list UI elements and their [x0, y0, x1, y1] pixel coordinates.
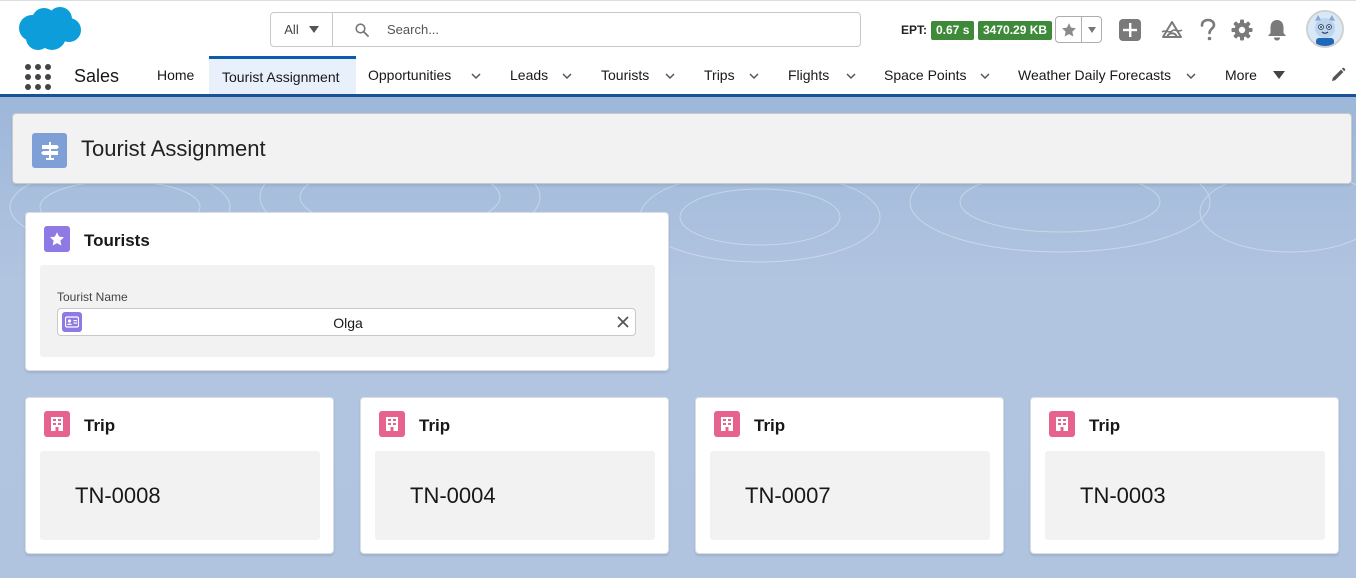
tourist-name-label: Tourist Name — [57, 290, 128, 304]
app-name: Sales — [74, 66, 120, 86]
chevron-down-icon[interactable] — [562, 71, 572, 81]
trailhead-icon — [1161, 21, 1183, 38]
salesforce-logo[interactable] — [16, 6, 82, 52]
chevron-down-icon[interactable] — [749, 71, 759, 81]
nav-item-home[interactable]: Home — [157, 56, 194, 94]
nav-item-tourists[interactable]: Tourists — [601, 56, 649, 94]
ept-time-badge: 0.67 s — [931, 21, 975, 40]
more-caret-icon[interactable] — [1273, 71, 1285, 79]
app-launcher-dot — [25, 64, 31, 70]
nav-item-flights[interactable]: Flights — [788, 56, 829, 94]
app-launcher-dot — [45, 84, 51, 90]
building-icon — [1049, 411, 1075, 437]
tourists-card-title: Tourists — [84, 231, 150, 250]
trip-number: TN-0007 — [745, 483, 831, 508]
trip-card-title: Trip — [419, 416, 451, 435]
building-icon — [44, 411, 70, 437]
trip-number: TN-0003 — [1080, 483, 1166, 508]
search-icon — [355, 22, 369, 37]
trip-card: Trip TN-0004 — [360, 397, 669, 554]
global-actions-button[interactable] — [1117, 17, 1143, 43]
search-scope-dropdown[interactable]: All — [271, 13, 333, 46]
trip-card-title: Trip — [754, 416, 786, 435]
help-icon — [1200, 18, 1216, 41]
ept-label: EPT: — [901, 23, 928, 37]
trip-number: TN-0004 — [410, 483, 496, 508]
search-input-area — [333, 13, 860, 46]
building-icon — [714, 411, 740, 437]
gear-icon — [1231, 19, 1253, 41]
notifications-button[interactable] — [1264, 17, 1290, 43]
trip-card-title: Trip — [84, 416, 116, 435]
app-navigation-bar: Sales Home Tourist Assignment Opportunit… — [0, 56, 1356, 97]
app-launcher-button[interactable] — [25, 64, 51, 90]
favorite-button[interactable] — [1056, 17, 1082, 42]
nav-item-leads[interactable]: Leads — [510, 56, 548, 94]
app-launcher-dot — [25, 74, 31, 80]
star-icon — [44, 226, 70, 252]
tourists-form-section: Tourist Name Olga — [40, 265, 655, 357]
trip-card-title: Trip — [1089, 416, 1121, 435]
trip-value-section: TN-0007 — [710, 451, 990, 540]
page-header: Tourist Assignment — [12, 113, 1352, 184]
app-launcher-dot — [25, 84, 31, 90]
caret-down-icon — [1087, 26, 1096, 33]
app-launcher-dot — [35, 64, 41, 70]
tourist-name-value: Olga — [333, 315, 363, 331]
app-launcher-dot — [45, 74, 51, 80]
astro-avatar-icon — [1308, 12, 1342, 46]
help-button[interactable] — [1195, 17, 1221, 43]
signpost-icon — [32, 133, 67, 168]
plus-icon — [1119, 19, 1141, 41]
trip-card: Trip TN-0008 — [25, 397, 334, 554]
nav-item-trips[interactable]: Trips — [704, 56, 735, 94]
search-input[interactable] — [387, 22, 827, 37]
favorites-list-button[interactable] — [1082, 17, 1101, 42]
trip-card: Trip TN-0007 — [695, 397, 1004, 554]
building-icon — [379, 411, 405, 437]
caret-down-icon — [308, 26, 319, 33]
trip-value-section: TN-0004 — [375, 451, 655, 540]
app-launcher-dot — [35, 74, 41, 80]
close-icon[interactable] — [616, 315, 630, 329]
chevron-down-icon[interactable] — [665, 71, 675, 81]
favorites-group — [1055, 16, 1102, 43]
global-header: All EPT: 0.67 s 3470.29 KB — [0, 0, 1356, 56]
nav-item-tourist-assignment[interactable]: Tourist Assignment — [209, 56, 356, 94]
chevron-down-icon[interactable] — [1186, 71, 1196, 81]
bell-icon — [1268, 20, 1286, 41]
star-icon — [1061, 22, 1076, 36]
tourists-card: Tourists Tourist Name Olga — [25, 212, 669, 371]
search-scope-label: All — [284, 22, 299, 37]
chevron-down-icon[interactable] — [846, 71, 856, 81]
nav-item-opportunities[interactable]: Opportunities — [368, 56, 451, 94]
chevron-down-icon[interactable] — [471, 71, 481, 81]
trip-value-section: TN-0003 — [1045, 451, 1325, 540]
chevron-down-icon[interactable] — [980, 71, 990, 81]
nav-item-weather-daily-forecasts[interactable]: Weather Daily Forecasts — [1018, 56, 1171, 94]
edit-nav-pencil-icon[interactable] — [1330, 67, 1346, 83]
trip-card: Trip TN-0003 — [1030, 397, 1339, 554]
app-launcher-dot — [45, 64, 51, 70]
app-launcher-dot — [35, 84, 41, 90]
user-avatar[interactable] — [1306, 10, 1344, 48]
nav-item-space-points[interactable]: Space Points — [884, 56, 967, 94]
page-title: Tourist Assignment — [81, 136, 266, 161]
nav-item-more[interactable]: More — [1225, 56, 1257, 94]
tourist-name-lookup[interactable]: Olga — [57, 308, 636, 336]
trip-number: TN-0008 — [75, 483, 161, 508]
ept-size-badge: 3470.29 KB — [978, 21, 1053, 40]
trailhead-button[interactable] — [1159, 17, 1185, 43]
global-search: All — [270, 12, 861, 47]
setup-button[interactable] — [1229, 17, 1255, 43]
trip-value-section: TN-0008 — [40, 451, 320, 540]
